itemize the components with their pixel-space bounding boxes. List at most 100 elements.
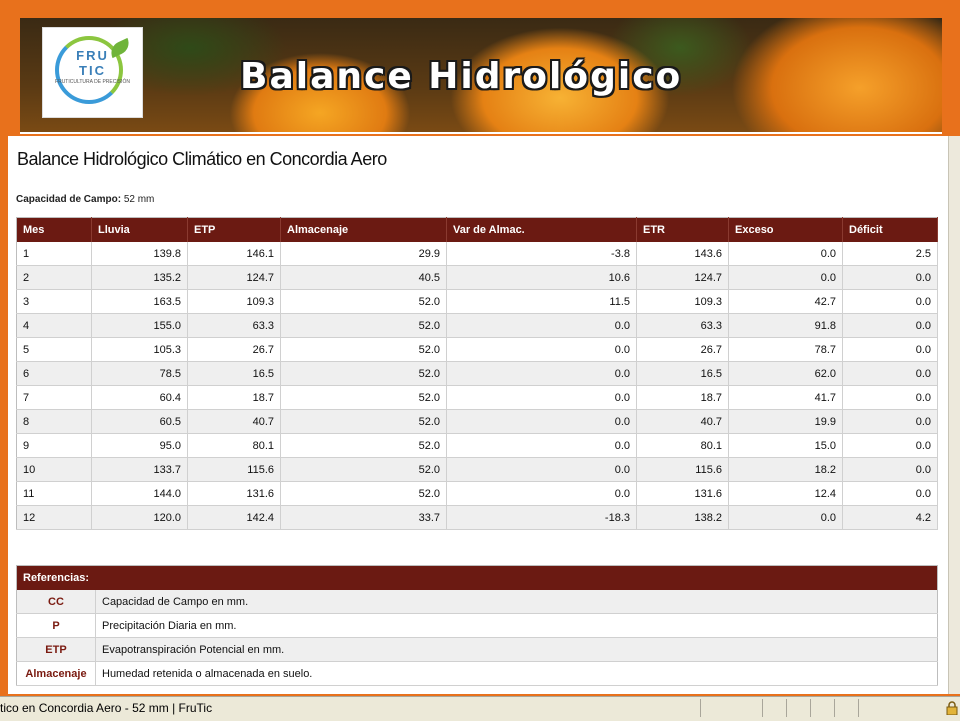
field-capacity-label: Capacidad de Campo: bbox=[16, 194, 122, 205]
cell-exceso: 41.7 bbox=[728, 385, 843, 410]
cell-etr: 138.2 bbox=[636, 505, 729, 530]
logo-text-line1: FRU bbox=[76, 48, 109, 63]
status-cell bbox=[786, 699, 808, 717]
cell-exceso: 15.0 bbox=[728, 433, 843, 458]
cell-var-almac: 0.0 bbox=[446, 481, 637, 506]
reference-abbr: CC bbox=[16, 590, 96, 614]
reference-row: CC Capacidad de Campo en mm. bbox=[16, 590, 938, 614]
cell-mes: 7 bbox=[16, 385, 92, 410]
cell-almacenaje: 52.0 bbox=[280, 385, 447, 410]
column-header-var-almac: Var de Almac. bbox=[446, 217, 637, 242]
cell-var-almac: 0.0 bbox=[446, 313, 637, 338]
cell-etp: 18.7 bbox=[187, 385, 281, 410]
reference-desc: Capacidad de Campo en mm. bbox=[95, 590, 938, 614]
status-cell bbox=[700, 699, 760, 717]
cell-lluvia: 163.5 bbox=[91, 289, 188, 314]
cell-exceso: 42.7 bbox=[728, 289, 843, 314]
cell-lluvia: 133.7 bbox=[91, 457, 188, 482]
cell-etp: 109.3 bbox=[187, 289, 281, 314]
cell-almacenaje: 52.0 bbox=[280, 361, 447, 386]
cell-etp: 142.4 bbox=[187, 505, 281, 530]
references-header-row: Referencias: bbox=[16, 565, 938, 590]
cell-etr: 124.7 bbox=[636, 265, 729, 290]
cell-mes: 5 bbox=[16, 337, 92, 362]
cell-almacenaje: 52.0 bbox=[280, 481, 447, 506]
column-header-lluvia: Lluvia bbox=[91, 217, 188, 242]
cell-exceso: 19.9 bbox=[728, 409, 843, 434]
cell-deficit: 0.0 bbox=[842, 481, 938, 506]
reference-desc: Evapotranspiración Potencial en mm. bbox=[95, 637, 938, 662]
water-balance-table: Mes Lluvia ETP Almacenaje Var de Almac. … bbox=[16, 217, 938, 530]
column-header-exceso: Exceso bbox=[728, 217, 843, 242]
column-header-almacenaje: Almacenaje bbox=[280, 217, 447, 242]
table-row: 3 163.5 109.3 52.0 11.5 109.3 42.7 0.0 bbox=[16, 289, 938, 314]
cell-var-almac: 0.0 bbox=[446, 385, 637, 410]
reference-abbr: Almacenaje bbox=[16, 661, 96, 686]
cell-mes: 9 bbox=[16, 433, 92, 458]
cell-etr: 16.5 bbox=[636, 361, 729, 386]
cell-mes: 11 bbox=[16, 481, 92, 506]
status-cell bbox=[762, 699, 784, 717]
cell-almacenaje: 29.9 bbox=[280, 242, 447, 266]
cell-deficit: 0.0 bbox=[842, 409, 938, 434]
table-row: 2 135.2 124.7 40.5 10.6 124.7 0.0 0.0 bbox=[16, 265, 938, 290]
cell-almacenaje: 52.0 bbox=[280, 313, 447, 338]
reference-row: P Precipitación Diaria en mm. bbox=[16, 613, 938, 638]
cell-deficit: 0.0 bbox=[842, 265, 938, 290]
status-cells bbox=[700, 699, 882, 720]
references-header: Referencias: bbox=[16, 565, 938, 590]
cell-var-almac: 11.5 bbox=[446, 289, 637, 314]
status-cell bbox=[810, 699, 832, 717]
cell-etp: 63.3 bbox=[187, 313, 281, 338]
cell-lluvia: 155.0 bbox=[91, 313, 188, 338]
table-row: 6 78.5 16.5 52.0 0.0 16.5 62.0 0.0 bbox=[16, 361, 938, 386]
cell-mes: 3 bbox=[16, 289, 92, 314]
cell-etp: 124.7 bbox=[187, 265, 281, 290]
reference-desc: Humedad retenida o almacenada en suelo. bbox=[95, 661, 938, 686]
cell-exceso: 0.0 bbox=[728, 242, 843, 266]
frutic-logo[interactable]: FRU TIC FRUTICULTURA DE PRECISIÓN bbox=[42, 27, 143, 118]
page-content: Balance Hidrológico Climático en Concord… bbox=[8, 136, 948, 694]
cell-almacenaje: 52.0 bbox=[280, 409, 447, 434]
cell-var-almac: 0.0 bbox=[446, 409, 637, 434]
cell-exceso: 62.0 bbox=[728, 361, 843, 386]
cell-almacenaje: 40.5 bbox=[280, 265, 447, 290]
cell-etp: 146.1 bbox=[187, 242, 281, 266]
cell-etr: 131.6 bbox=[636, 481, 729, 506]
cell-etr: 115.6 bbox=[636, 457, 729, 482]
logo-text-line2: TIC bbox=[79, 63, 106, 78]
cell-deficit: 0.0 bbox=[842, 385, 938, 410]
banner-title: Balance Hidrológico bbox=[240, 56, 683, 97]
cell-var-almac: 0.0 bbox=[446, 337, 637, 362]
status-text: tico en Concordia Aero - 52 mm | FruTic bbox=[0, 701, 213, 715]
cell-almacenaje: 52.0 bbox=[280, 337, 447, 362]
cell-etp: 131.6 bbox=[187, 481, 281, 506]
cell-etr: 26.7 bbox=[636, 337, 729, 362]
reference-desc: Precipitación Diaria en mm. bbox=[95, 613, 938, 638]
cell-etp: 80.1 bbox=[187, 433, 281, 458]
cell-deficit: 0.0 bbox=[842, 337, 938, 362]
cell-etr: 40.7 bbox=[636, 409, 729, 434]
cell-lluvia: 60.4 bbox=[91, 385, 188, 410]
cell-lluvia: 78.5 bbox=[91, 361, 188, 386]
table-row: 1 139.8 146.1 29.9 -3.8 143.6 0.0 2.5 bbox=[16, 242, 938, 266]
field-capacity: Capacidad de Campo: 52 mm bbox=[16, 194, 154, 205]
cell-var-almac: 0.0 bbox=[446, 457, 637, 482]
cell-mes: 8 bbox=[16, 409, 92, 434]
cell-etr: 18.7 bbox=[636, 385, 729, 410]
table-row: 10 133.7 115.6 52.0 0.0 115.6 18.2 0.0 bbox=[16, 457, 938, 482]
cell-lluvia: 144.0 bbox=[91, 481, 188, 506]
status-bar: tico en Concordia Aero - 52 mm | FruTic bbox=[0, 696, 960, 721]
logo-tagline: FRUTICULTURA DE PRECISIÓN bbox=[55, 79, 130, 85]
cell-deficit: 4.2 bbox=[842, 505, 938, 530]
reference-row: ETP Evapotranspiración Potencial en mm. bbox=[16, 637, 938, 662]
vertical-scrollbar[interactable] bbox=[948, 136, 960, 694]
cell-etp: 16.5 bbox=[187, 361, 281, 386]
cell-lluvia: 139.8 bbox=[91, 242, 188, 266]
references-table: Referencias: CC Capacidad de Campo en mm.… bbox=[16, 565, 938, 686]
cell-etr: 109.3 bbox=[636, 289, 729, 314]
column-header-deficit: Déficit bbox=[842, 217, 938, 242]
cell-mes: 1 bbox=[16, 242, 92, 266]
cell-etr: 63.3 bbox=[636, 313, 729, 338]
lock-icon bbox=[946, 701, 958, 715]
